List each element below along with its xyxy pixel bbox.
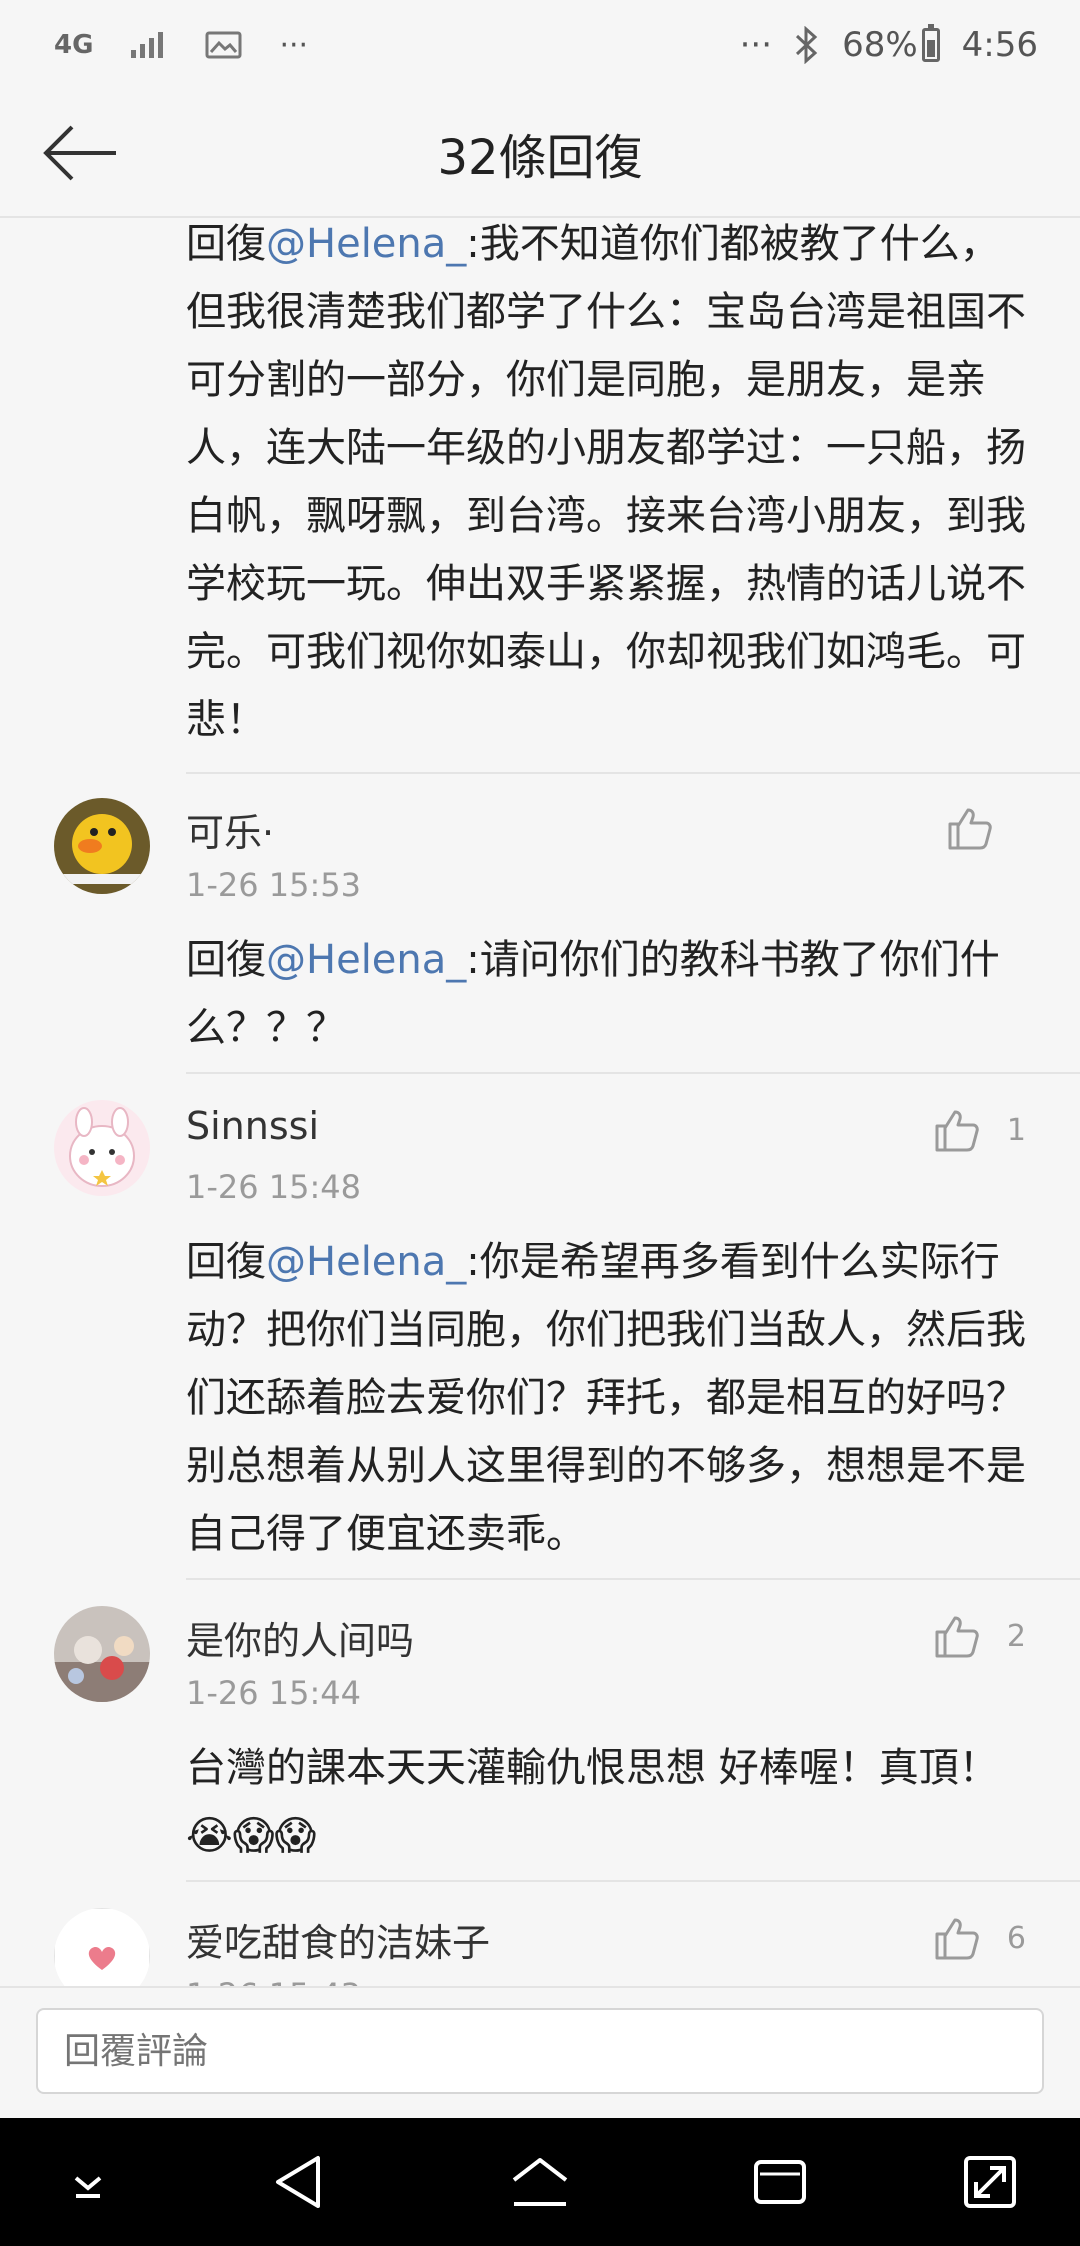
clock: 4:56 (961, 25, 1038, 65)
like-count: 1 (1006, 1112, 1026, 1148)
divider (186, 772, 1080, 774)
thumbs-up-icon (935, 1918, 979, 1960)
reply-prefix: 回復 (186, 1239, 266, 1285)
more-status: ··· (739, 25, 773, 65)
reply-body: 回復@Helena_:我不知道你们都被教了什么，但我很清楚我们都学了什么：宝岛台… (186, 218, 1036, 754)
mention-link[interactable]: @Helena_ (266, 221, 466, 267)
mention-link[interactable]: @Helena_ (266, 937, 466, 983)
comment-body: 回復@Helena_:你是希望再多看到什么实际行动？把你们当同胞，你们把我们当敌… (186, 1228, 1036, 1568)
comment-text: :你是希望再多看到什么实际行动？把你们当同胞，你们把我们当敌人，然后我们还舔着脸… (186, 1239, 1026, 1557)
divider (186, 1578, 1080, 1580)
reply-bar (0, 1986, 1080, 2118)
like-button[interactable]: 1 (933, 1100, 1026, 1160)
comment-time: 1-26 15:44 (186, 1674, 362, 1712)
reply-list[interactable]: 回復@Helena_:我不知道你们都被教了什么，但我很清楚我们都学了什么：宝岛台… (0, 218, 1080, 1986)
status-bar-right: ··· 68% 4:56 (740, 22, 1038, 68)
nav-home-icon (512, 2158, 568, 2206)
status-bar-left: 4G ··· (54, 22, 308, 68)
like-button[interactable]: 2 (933, 1606, 1026, 1666)
comment-author[interactable]: 可乐· (186, 802, 274, 857)
avatar[interactable] (54, 1606, 150, 1702)
reply-prefix: 回復 (186, 221, 266, 267)
like-button[interactable]: 6 (933, 1908, 1026, 1968)
page-title: 32條回復 (437, 130, 643, 186)
network-type: 4G (54, 30, 94, 60)
like-count: 2 (1006, 1618, 1026, 1654)
comment-time: 1-26 15:43 (186, 1976, 361, 1986)
comment-body: 回復@Helena_:请问你们的教科书教了你们什么？？？ (186, 926, 1036, 1062)
divider (186, 1072, 1080, 1074)
comment-text: 台灣的課本天天灌輸仇恨思想 好棒喔！真頂！😭😱😱 (186, 1745, 999, 1859)
nav-recents-button[interactable] (750, 2152, 810, 2212)
nav-recents-icon (754, 2160, 806, 2204)
comment-author[interactable]: Sinnssi (186, 1104, 319, 1148)
bluetooth-icon (796, 26, 818, 64)
like-button[interactable] (946, 798, 1020, 858)
signal-icon (131, 32, 164, 58)
nav-back-button[interactable] (270, 2152, 330, 2212)
thumbs-up-icon (935, 1110, 979, 1152)
image-notification-icon (205, 31, 242, 59)
nav-expand-icon (964, 2156, 1016, 2208)
nav-back-icon (276, 2156, 320, 2208)
nav-down-icon (74, 2176, 102, 2198)
avatar[interactable] (54, 1100, 150, 1196)
comment-body: 台灣的課本天天灌輸仇恨思想 好棒喔！真頂！😭😱😱 (186, 1734, 1036, 1870)
divider (186, 1880, 1080, 1882)
more-notifications: ··· (279, 27, 309, 63)
avatar[interactable] (54, 798, 150, 894)
thumbs-up-icon (948, 808, 992, 850)
comment-time: 1-26 15:53 (186, 866, 362, 904)
like-count: 6 (1006, 1920, 1026, 1956)
comment-time: 1-26 15:48 (186, 1168, 362, 1206)
reply-text: :我不知道你们都被教了什么，但我很清楚我们都学了什么：宝岛台湾是祖国不可分割的一… (186, 221, 1026, 743)
battery-icon (921, 24, 940, 62)
nav-down-button[interactable] (58, 2152, 118, 2212)
reply-input[interactable] (36, 2008, 1044, 2094)
comment-author[interactable]: 是你的人间吗 (186, 1610, 414, 1665)
comment-author[interactable]: 爱吃甜食的洁妹子 (186, 1912, 490, 1967)
reply-prefix: 回復 (186, 937, 266, 983)
avatar[interactable] (54, 1908, 150, 1986)
system-nav-bar (0, 2118, 1080, 2246)
status-bar: 4G ··· ··· 68% 4:56 (0, 0, 1080, 90)
nav-home-button[interactable] (510, 2152, 570, 2212)
mention-link[interactable]: @Helena_ (266, 1239, 466, 1285)
thumbs-up-icon (935, 1616, 979, 1658)
battery-percent: 68% (842, 25, 918, 65)
nav-expand-button[interactable] (960, 2152, 1020, 2212)
top-bar: 32條回復 (0, 90, 1080, 218)
